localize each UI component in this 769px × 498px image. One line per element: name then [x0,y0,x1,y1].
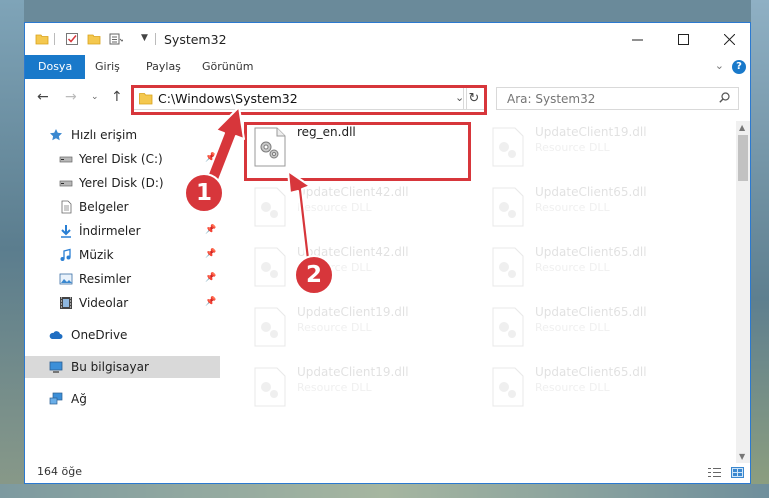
callout-arrows [202,106,311,261]
desktop-background-left [0,0,24,498]
desktop-background-bottom [0,484,769,498]
step-callout-2: 2 [294,255,334,295]
step-callout-1: 1 [184,173,224,213]
desktop-background-right [751,0,769,498]
explorer-window: ▼ System32 Dosya Giriş Paylaş Görünüm ⌄ … [24,22,751,484]
